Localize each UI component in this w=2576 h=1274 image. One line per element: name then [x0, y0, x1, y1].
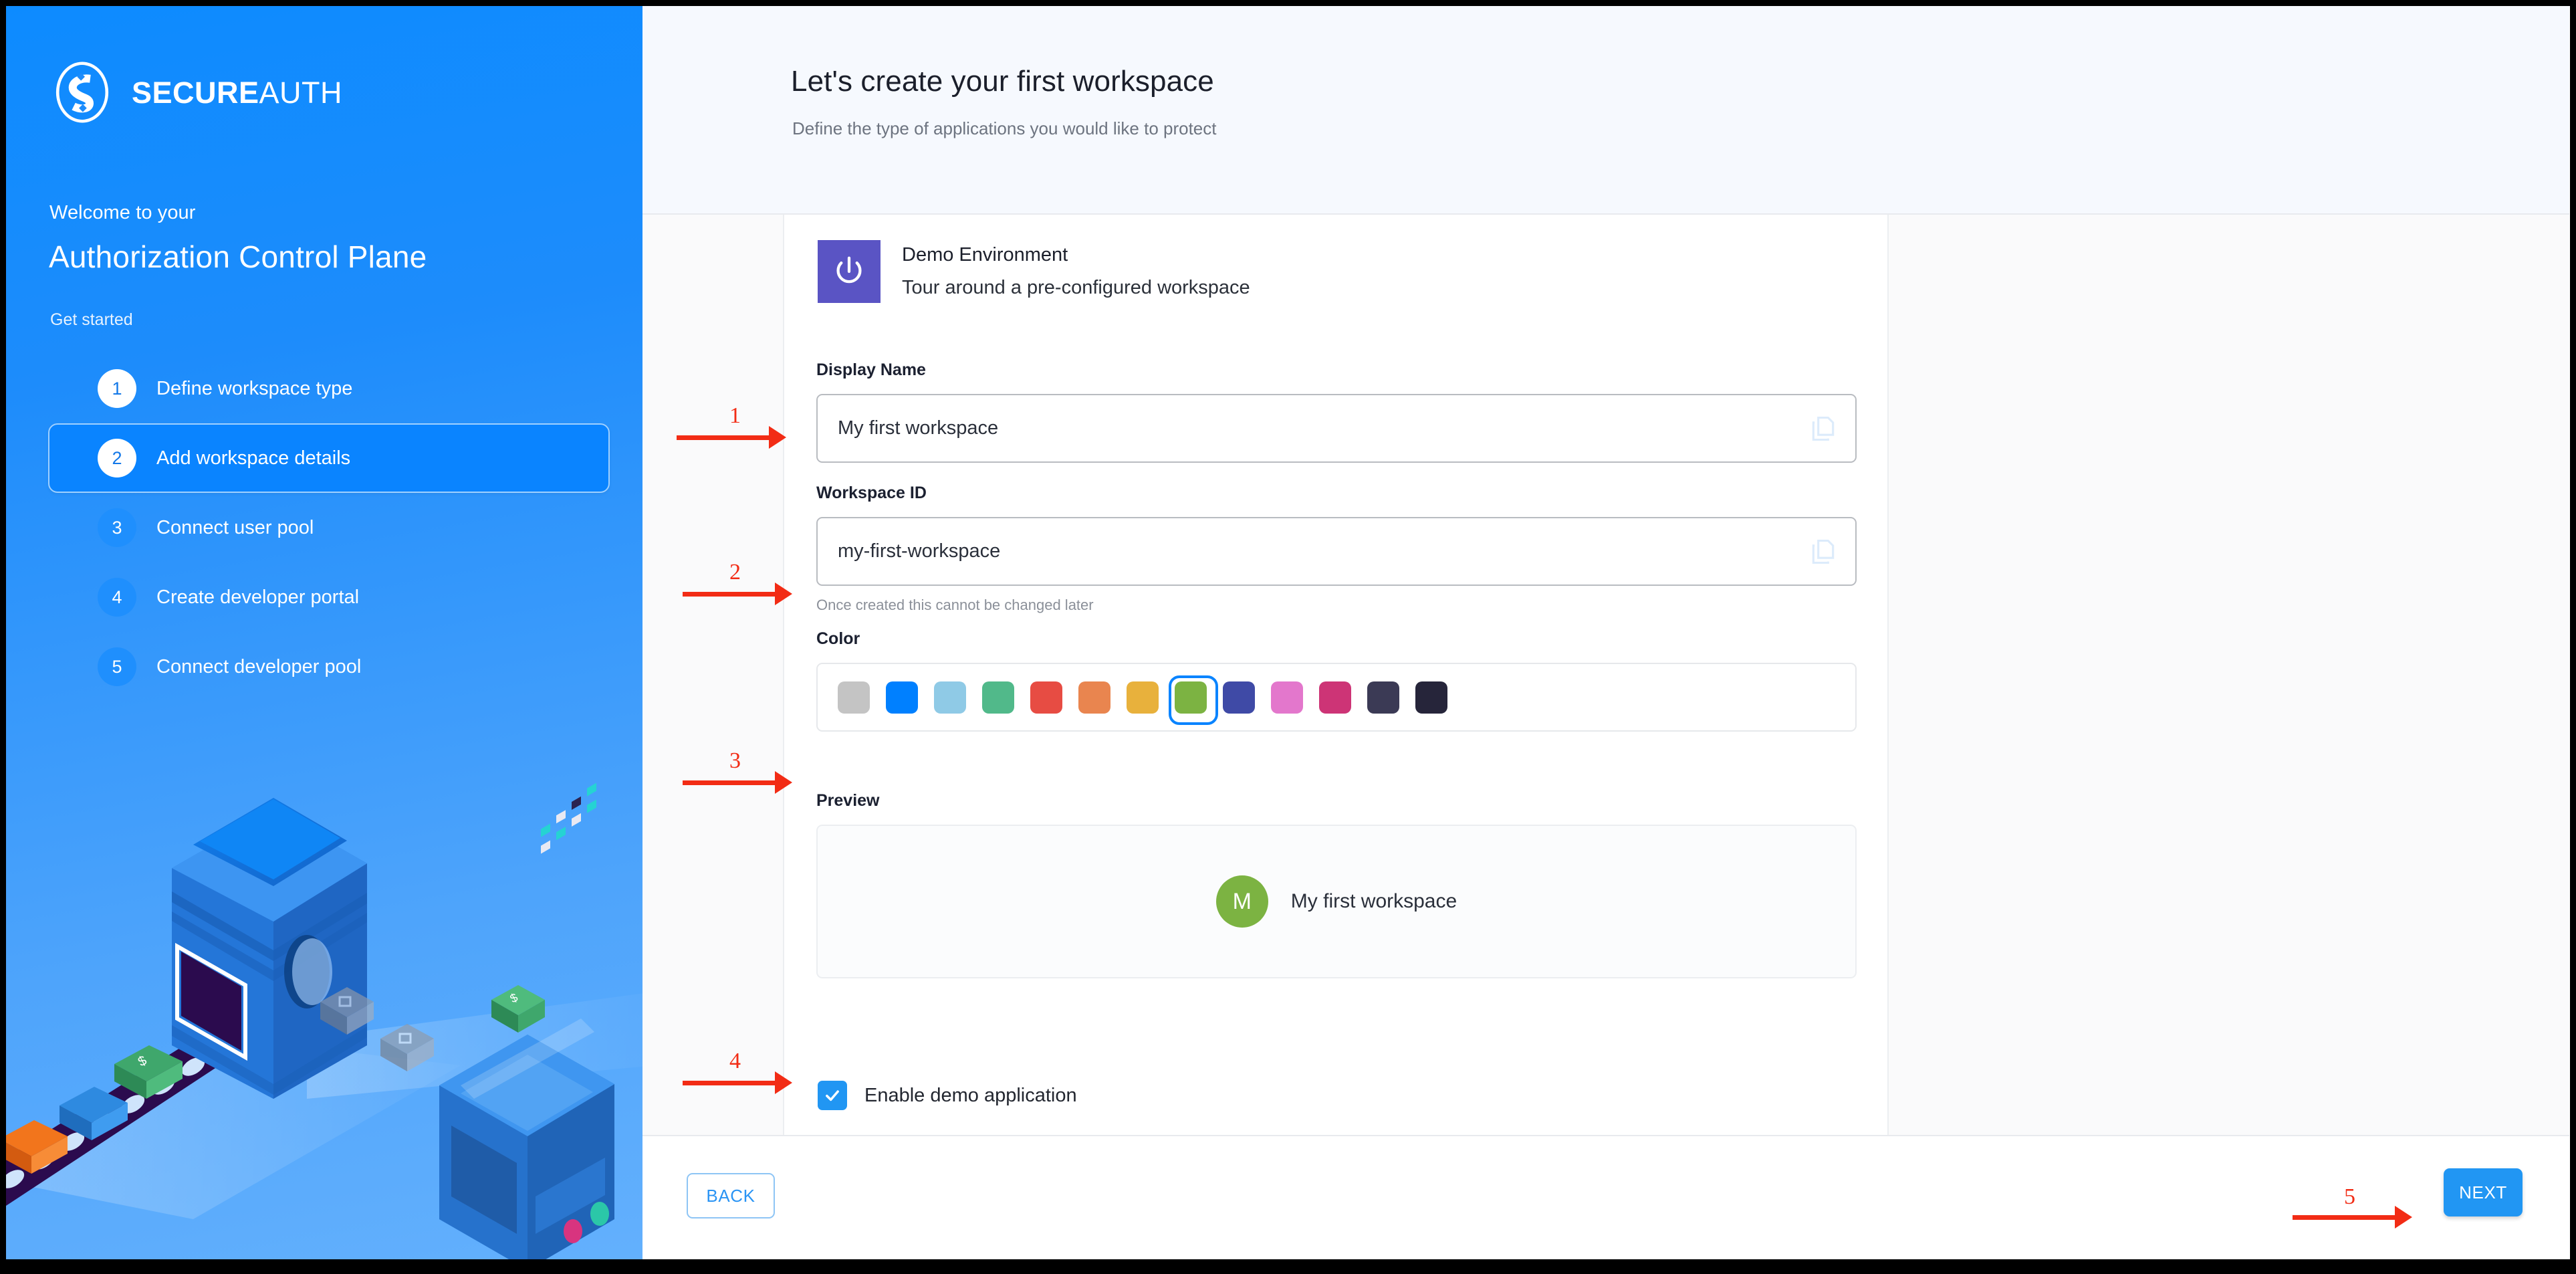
get-started-label: Get started — [50, 310, 133, 329]
step-label-1: Define workspace type — [156, 377, 353, 399]
workspace-form: Demo Environment Tour around a pre-confi… — [786, 215, 1887, 1135]
color-swatch-12[interactable] — [1415, 681, 1447, 714]
sidebar-item-add-workspace-details[interactable]: 2 Add workspace details — [48, 423, 610, 493]
workspace-details-card: Demo Environment Tour around a pre-confi… — [642, 215, 1887, 1135]
step-label-5: Connect developer pool — [156, 655, 362, 677]
wizard-footer: BACK NEXT — [642, 1135, 2569, 1259]
color-swatch-11[interactable] — [1367, 681, 1399, 714]
environment-subtitle: Tour around a pre-configured workspace — [902, 277, 1250, 298]
brand-wordmark-light: AUTH — [259, 75, 343, 110]
color-swatch-5[interactable] — [1078, 681, 1110, 714]
brand-wordmark-bold: SECURE — [132, 75, 259, 110]
page-body: Demo Environment Tour around a pre-confi… — [642, 215, 2569, 1135]
workspace-id-label: Workspace ID — [816, 484, 927, 502]
sidebar: SECUREAUTH Welcome to your Authorization… — [6, 6, 642, 1259]
page-header: Let's create your first workspace Define… — [642, 6, 2569, 215]
color-palette[interactable] — [816, 663, 1857, 732]
page-subtitle: Define the type of applications you woul… — [792, 118, 1217, 138]
sidebar-item-define-workspace-type[interactable]: 1 Define workspace type — [48, 354, 610, 423]
color-swatch-1[interactable] — [886, 681, 918, 714]
step-label-2: Add workspace details — [156, 447, 351, 469]
preview-label: Preview — [816, 791, 880, 810]
brand-wordmark: SECUREAUTH — [132, 78, 342, 108]
color-field: Color — [816, 629, 1857, 732]
color-swatch-0[interactable] — [838, 681, 870, 714]
sidebar-item-connect-user-pool[interactable]: 3 Connect user pool — [48, 493, 610, 562]
step-label-3: Connect user pool — [156, 516, 314, 538]
workspace-id-value: my-first-workspace — [838, 540, 1001, 562]
enable-demo-application-label: Enable demo application — [864, 1084, 1077, 1106]
page-title: Let's create your first workspace — [791, 65, 1214, 98]
color-label: Color — [816, 629, 860, 648]
color-swatch-9[interactable] — [1271, 681, 1303, 714]
step-number-1: 1 — [98, 369, 136, 408]
next-button[interactable]: NEXT — [2444, 1168, 2523, 1216]
color-swatch-8[interactable] — [1223, 681, 1255, 714]
color-swatch-7[interactable] — [1169, 675, 1218, 725]
environment-title: Demo Environment — [902, 244, 1068, 266]
preview-workspace-name: My first workspace — [1290, 890, 1457, 912]
checkmark-icon — [826, 1090, 839, 1101]
welcome-text: Welcome to your — [49, 202, 196, 223]
color-swatch-4[interactable] — [1030, 681, 1062, 714]
workspace-id-field: Workspace ID my-first-workspace Once cre… — [816, 484, 1857, 614]
product-title: Authorization Control Plane — [49, 239, 427, 274]
secureauth-s-logo-icon — [55, 62, 109, 123]
app-window: SECUREAUTH Welcome to your Authorization… — [0, 0, 2576, 1274]
enable-demo-application-row[interactable]: Enable demo application — [818, 1081, 1077, 1110]
step-number-3: 3 — [98, 508, 136, 547]
step-number-4: 4 — [98, 578, 136, 617]
workspace-id-hint: Once created this cannot be changed late… — [816, 597, 1094, 613]
brand-logo[interactable]: SECUREAUTH — [51, 62, 342, 123]
sidebar-item-connect-developer-pool[interactable]: 5 Connect developer pool — [48, 632, 610, 702]
display-name-field: Display Name My first workspace — [816, 360, 1857, 463]
main-content: Let's create your first workspace Define… — [642, 6, 2569, 1259]
left-gutter — [642, 215, 784, 1135]
back-button[interactable]: BACK — [687, 1173, 775, 1218]
display-name-label: Display Name — [816, 360, 926, 379]
preview-field: Preview M My first workspace — [816, 791, 1857, 978]
color-swatch-2[interactable] — [934, 681, 966, 714]
copy-icon[interactable] — [1808, 537, 1838, 566]
color-swatch-6[interactable] — [1127, 681, 1159, 714]
workspace-id-input[interactable]: my-first-workspace — [816, 517, 1857, 586]
display-name-value: My first workspace — [838, 417, 999, 439]
copy-icon[interactable] — [1808, 414, 1838, 443]
onboarding-steps: 1 Define workspace type 2 Add workspace … — [48, 354, 610, 702]
color-swatch-10[interactable] — [1319, 681, 1351, 714]
power-icon — [818, 240, 881, 303]
preview-box: M My first workspace — [816, 825, 1857, 978]
isometric-factory-conveyor-illustration: $ $ — [6, 782, 642, 1259]
step-number-5: 5 — [98, 647, 136, 686]
display-name-input[interactable]: My first workspace — [816, 394, 1857, 463]
sidebar-item-create-developer-portal[interactable]: 4 Create developer portal — [48, 562, 610, 632]
environment-summary: Demo Environment Tour around a pre-confi… — [818, 240, 1250, 303]
step-label-4: Create developer portal — [156, 586, 360, 608]
step-number-2: 2 — [98, 439, 136, 477]
right-empty-pane — [1887, 215, 2569, 1135]
enable-demo-application-checkbox[interactable] — [818, 1081, 847, 1110]
color-swatch-3[interactable] — [982, 681, 1014, 714]
avatar: M — [1215, 875, 1268, 928]
